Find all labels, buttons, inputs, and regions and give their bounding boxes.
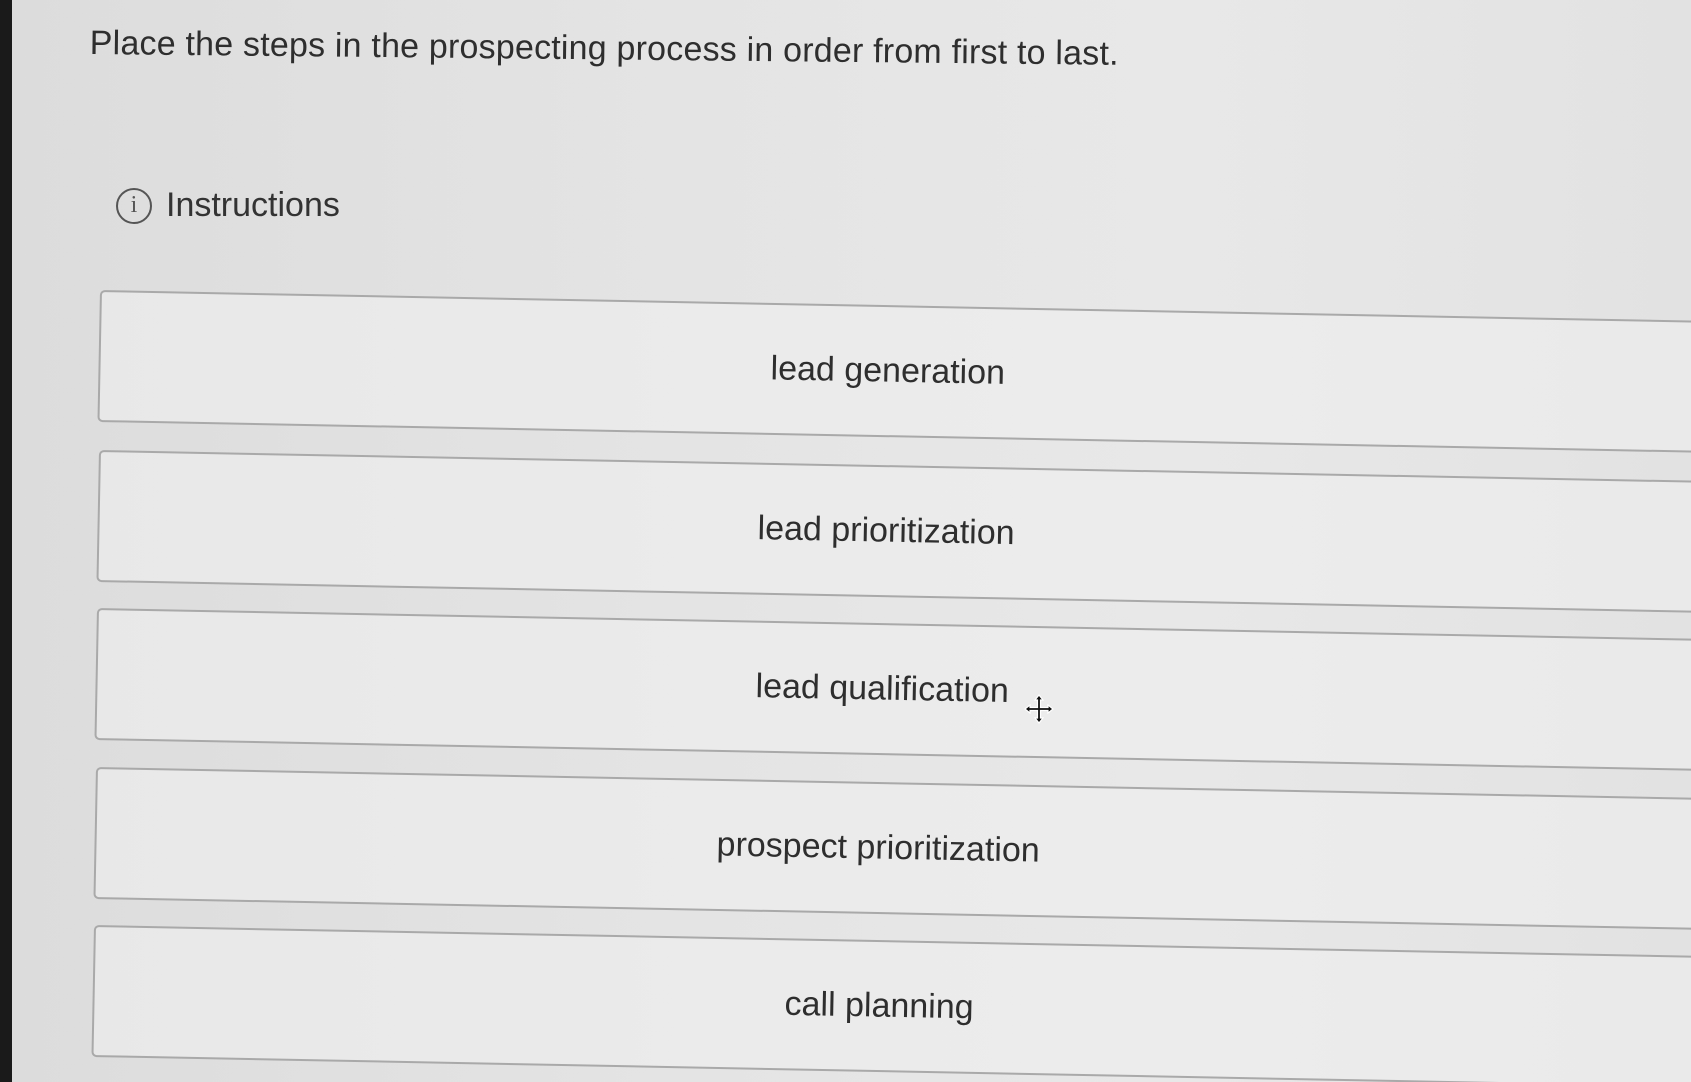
step-label: lead qualification: [755, 667, 1010, 711]
ordering-list: lead generation lead prioritization lead…: [0, 0, 1691, 1082]
step-card-lead-qualification[interactable]: lead qualification: [94, 608, 1691, 773]
step-card-lead-prioritization[interactable]: lead prioritization: [96, 450, 1691, 615]
step-label: lead generation: [770, 349, 1006, 392]
step-label: prospect prioritization: [716, 825, 1041, 870]
step-label: lead prioritization: [757, 509, 1015, 553]
step-card-call-planning[interactable]: call planning: [91, 925, 1691, 1082]
step-card-lead-generation[interactable]: lead generation: [97, 290, 1691, 455]
step-card-prospect-prioritization[interactable]: prospect prioritization: [93, 767, 1691, 932]
step-label: call planning: [784, 984, 974, 1027]
move-cursor-icon: [1024, 694, 1054, 724]
